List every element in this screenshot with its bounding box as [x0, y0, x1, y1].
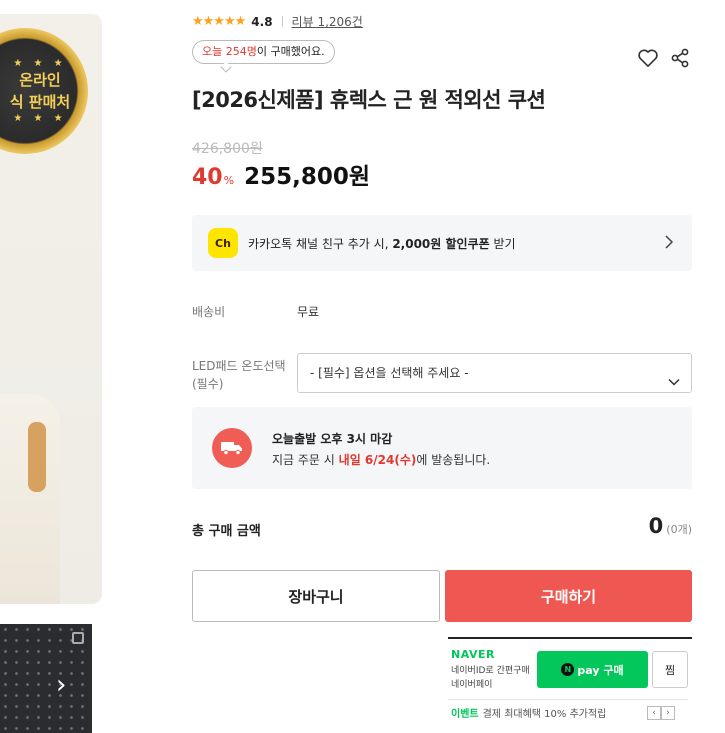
review-count-link[interactable]: 리뷰 1,206건: [292, 13, 363, 30]
total-price-label: 총 구매 금액: [192, 524, 261, 539]
total-amount: 0: [648, 514, 664, 538]
buy-now-button[interactable]: 구매하기: [445, 570, 692, 622]
npay-logo-icon: N: [561, 663, 575, 676]
product-title: [2026신제품] 휴렉스 근 원 적외선 쿠션: [192, 88, 546, 112]
copy-icon: [72, 632, 84, 644]
original-price: 426,800원: [192, 141, 263, 157]
badge-line-2: 식 판매처: [9, 93, 71, 111]
rating-divider: [281, 16, 283, 27]
naver-logo: NAVER: [451, 648, 495, 661]
share-icon[interactable]: [668, 46, 692, 70]
total-price-value: 0 (0개): [649, 514, 692, 538]
chevron-down-icon: [667, 366, 681, 404]
chair-figure: [28, 422, 46, 492]
shipping-fee-value: 무료: [297, 305, 320, 319]
option-select-placeholder: - [필수] 옵션을 선택해 주세요 -: [310, 366, 469, 380]
kakao-coupon-banner[interactable]: Ch 카카오톡 채널 친구 추가 시, 2,000원 할인쿠폰 받기: [192, 215, 692, 271]
thumbnail-next-arrow[interactable]: ›: [56, 672, 66, 698]
discount-percent-sign: %: [223, 174, 235, 187]
coupon-text-bold: 2,000원 할인쿠폰: [392, 236, 490, 251]
dispatch-deadline: 오늘출발 오후 3시 마감: [272, 432, 393, 446]
dispatch-date-highlight: 내일 6/24(수): [338, 453, 417, 467]
today-dispatch-box: 오늘출발 오후 3시 마감 지금 주문 시 내일 6/24(수)에 발송됩니다.: [192, 407, 692, 489]
chevron-right-icon: [664, 234, 674, 253]
naver-pay-buy-button[interactable]: N pay 구매: [537, 651, 648, 688]
kakao-channel-icon: Ch: [208, 228, 238, 258]
add-to-cart-button[interactable]: 장바구니: [192, 570, 440, 622]
naver-pay-panel: NAVER 네이버ID로 간편구매 네이버페이 N pay 구매 찜 이벤트 결제…: [448, 637, 692, 733]
product-main-image: ★ ★ ★ 온라인 식 판매처 ★ ★ ★: [0, 14, 102, 604]
dispatch-text-before: 지금 주문 시: [272, 453, 339, 467]
event-pagination: ‹ ›: [647, 706, 675, 720]
thumbnail-image[interactable]: ›: [0, 624, 92, 733]
star-rating-icon: ★★★★★: [192, 14, 246, 29]
purchase-count-highlight: 오늘 254명: [202, 45, 257, 58]
coupon-text-after: 받기: [489, 236, 516, 251]
dispatch-text-after: 에 발송됩니다.: [416, 453, 491, 467]
event-text: 결제 최대혜택 10% 추가적립: [482, 709, 607, 720]
official-seller-badge: ★ ★ ★ 온라인 식 판매처 ★ ★ ★: [0, 28, 88, 154]
naver-event-row: 이벤트 결제 최대혜택 10% 추가적립: [451, 705, 606, 720]
wishlist-button[interactable]: 찜: [652, 651, 688, 688]
purchase-count-bubble: 오늘 254명이 구매했어요.: [192, 40, 335, 64]
option-label-line1: LED패드 온도선택: [192, 359, 286, 373]
shipping-fee-label: 배송비: [192, 305, 226, 319]
npay-label: pay 구매: [577, 663, 624, 677]
heart-icon[interactable]: [636, 46, 660, 70]
naver-divider: [448, 699, 688, 700]
rating-row: ★★★★★ 4.8 리뷰 1,206건: [192, 13, 363, 30]
event-prev-button[interactable]: ‹: [647, 706, 661, 720]
event-next-button[interactable]: ›: [661, 706, 675, 720]
event-label: 이벤트: [451, 709, 479, 720]
truck-icon: [212, 428, 252, 468]
price-row: 40 % 255,800원: [192, 157, 370, 191]
total-count: (0개): [666, 523, 692, 536]
badge-stars-top: ★ ★ ★: [13, 58, 67, 69]
coupon-text-before: 카카오톡 채널 친구 추가 시,: [248, 236, 393, 251]
option-label-line2: (필수): [192, 377, 224, 391]
purchase-count-suffix: 이 구매했어요.: [256, 45, 325, 58]
badge-line-1: 온라인: [19, 71, 61, 89]
sale-price: 255,800원: [244, 164, 370, 190]
naver-id-purchase-text: 네이버ID로 간편구매: [451, 666, 530, 676]
rating-score: 4.8: [251, 14, 273, 29]
dispatch-date-text: 지금 주문 시 내일 6/24(수)에 발송됩니다.: [272, 451, 490, 468]
discount-rate: 40: [192, 165, 223, 190]
option-select[interactable]: - [필수] 옵션을 선택해 주세요 -: [297, 353, 692, 393]
naver-pay-text: 네이버페이: [451, 680, 493, 690]
badge-stars-bottom: ★ ★ ★: [13, 113, 67, 124]
coupon-text: 카카오톡 채널 친구 추가 시, 2,000원 할인쿠폰 받기: [248, 235, 516, 252]
